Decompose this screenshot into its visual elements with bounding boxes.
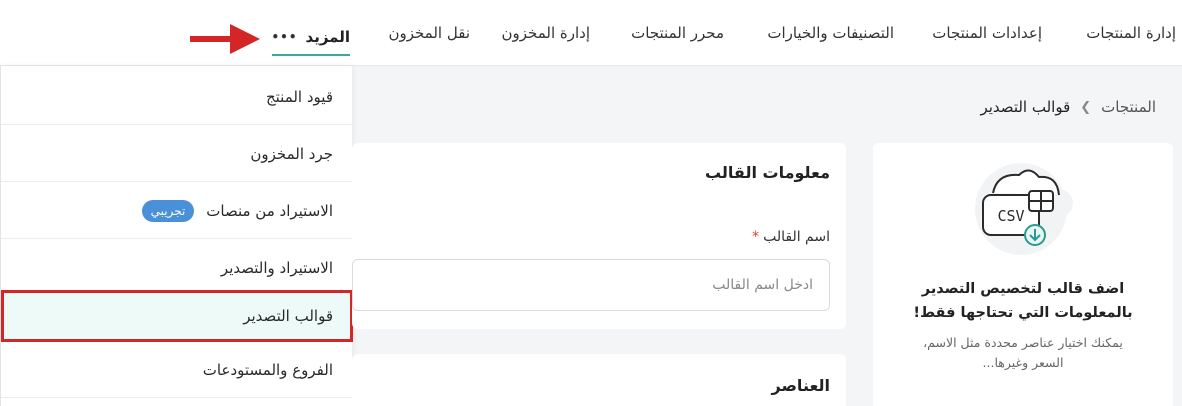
template-info-card: معلومات القالب اسم القالب* <box>352 143 846 329</box>
dropdown-item-label: جرد المخزون <box>250 144 333 163</box>
dropdown-item-label: الاستيراد من منصات <box>206 201 333 220</box>
more-dots-icon: ••• <box>271 30 298 44</box>
promo-heading-line-2: بالمعلومات التي تحتاجها فقط! <box>913 305 1133 321</box>
nav-tab-product-management[interactable]: إدارة المنتجات <box>1086 24 1176 42</box>
dropdown-item-label: قيود المنتج <box>265 87 333 106</box>
dropdown-item-import-platforms[interactable]: الاستيراد من منصات تجريبي <box>1 183 353 239</box>
nav-tab-inventory-management[interactable]: إدارة المخزون <box>501 24 590 42</box>
dropdown-item-import-export[interactable]: الاستيراد والتصدير <box>1 240 353 296</box>
template-name-input[interactable] <box>352 259 830 311</box>
dropdown-item-label: قوالب التصدير <box>243 306 333 325</box>
breadcrumb: المنتجات ❯ قوالب التصدير <box>980 98 1156 116</box>
promo-sub-line-2: السعر وغيرها... <box>982 355 1064 370</box>
template-info-title: معلومات القالب <box>704 163 830 182</box>
nav-tab-categories-options[interactable]: التصنيفات والخيارات <box>767 24 894 42</box>
promo-card: CSV اضف قالب لتخصيص التصدير بالمعلومات ا… <box>873 143 1173 406</box>
dropdown-item-product-constraints[interactable]: قيود المنتج <box>1 69 353 125</box>
promo-heading: اضف قالب لتخصيص التصدير بالمعلومات التي … <box>883 277 1163 325</box>
csv-illustration-text: CSV <box>997 207 1024 225</box>
dropdown-item-label: الاستيراد والتصدير <box>220 258 333 277</box>
top-navigation: إدارة المنتجات إعدادات المنتجات التصنيفا… <box>0 0 1182 66</box>
promo-subtext: يمكنك اختيار عناصر محددة مثل الاسم، السع… <box>887 333 1159 373</box>
csv-download-icon: CSV <box>975 163 1073 255</box>
dropdown-item-export-templates[interactable]: قوالب التصدير <box>1 290 353 342</box>
promo-heading-line-1: اضف قالب لتخصيص التصدير <box>921 281 1125 297</box>
breadcrumb-current: قوالب التصدير <box>980 98 1071 116</box>
promo-sub-line-1: يمكنك اختيار عناصر محددة مثل الاسم، <box>923 335 1123 350</box>
required-mark: * <box>752 229 760 245</box>
dropdown-item-branches-warehouses[interactable]: الفروع والمستودعات <box>1 342 353 398</box>
template-name-label-text: اسم القالب <box>763 229 830 245</box>
chevron-left-icon: ❯ <box>1080 99 1092 115</box>
nav-tab-product-settings[interactable]: إعدادات المنتجات <box>932 24 1042 42</box>
elements-card: العناصر <box>352 354 846 406</box>
dropdown-item-inventory-count[interactable]: جرد المخزون <box>1 126 353 182</box>
breadcrumb-parent-link[interactable]: المنتجات <box>1101 98 1156 116</box>
nav-tab-inventory-transfer[interactable]: نقل المخزون <box>388 24 470 42</box>
template-name-label: اسم القالب* <box>752 229 830 245</box>
elements-title: العناصر <box>771 376 830 395</box>
nav-tab-product-editor[interactable]: محرر المنتجات <box>631 24 724 42</box>
dropdown-item-label: الفروع والمستودعات <box>202 360 333 379</box>
nav-more-button[interactable]: المزيد ••• <box>272 20 350 56</box>
annotation-arrow-icon <box>190 24 260 54</box>
beta-badge: تجريبي <box>141 199 195 222</box>
nav-more-label: المزيد <box>305 28 350 46</box>
more-dropdown-menu: قيود المنتج جرد المخزون الاستيراد من منص… <box>0 66 353 406</box>
